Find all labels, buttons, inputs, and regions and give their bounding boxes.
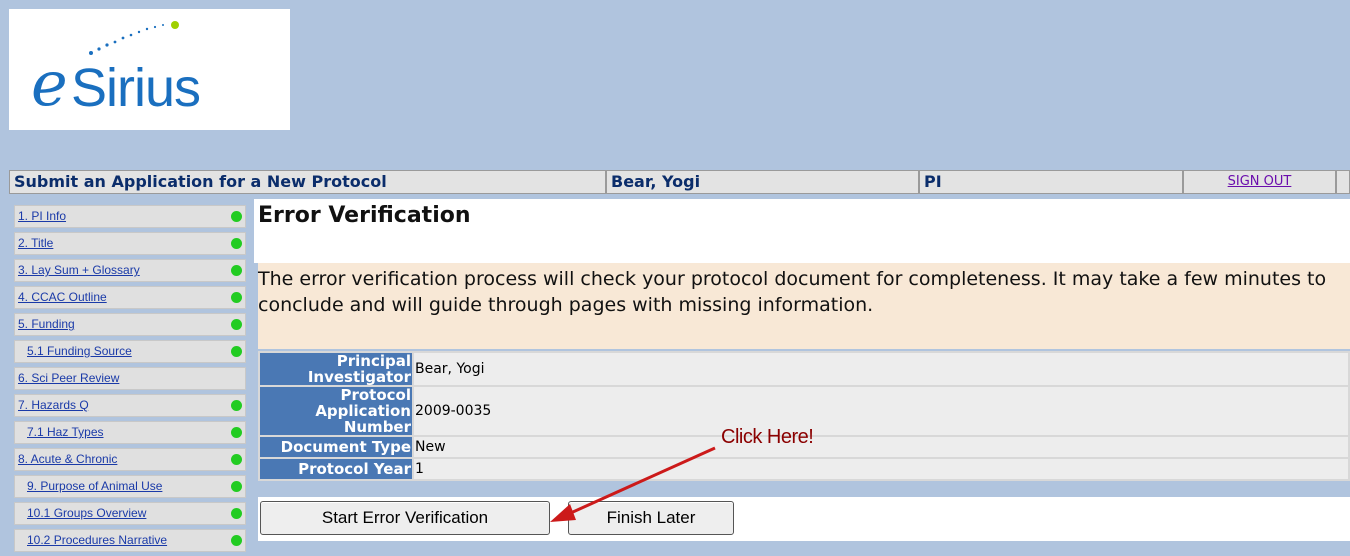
sidebar-item-funding[interactable]: 5. Funding [14,313,246,336]
status-dot-icon [231,265,242,276]
sidebar-item-purpose-animal-use[interactable]: 9. Purpose of Animal Use [14,475,246,498]
main-content: Error Verification The error verificatio… [254,199,1350,554]
status-dot-icon [231,319,242,330]
sidebar-nav: 1. PI Info 2. Title 3. Lay Sum + Glossar… [14,205,246,556]
logo-dots-graphic [89,21,179,55]
sidebar-item-label[interactable]: 1. PI Info [18,209,66,223]
button-bar: Start Error Verification Finish Later [258,497,1350,541]
sidebar-item-label[interactable]: 5. Funding [18,317,75,331]
sidebar-item-haz-types[interactable]: 7.1 Haz Types [14,421,246,444]
sidebar-item-label[interactable]: 7.1 Haz Types [27,425,104,439]
table-row: Principal Investigator Bear, Yogi [258,351,1350,387]
status-dot-icon [231,346,242,357]
sidebar-item-groups-overview[interactable]: 10.1 Groups Overview [14,502,246,525]
info-value: Bear, Yogi [412,351,1350,387]
sidebar-item-procedures-narrative[interactable]: 10.2 Procedures Narrative [14,529,246,552]
header-end-cell [1336,170,1350,194]
arrow-annotation-icon [550,446,716,522]
sidebar-item-acute-chronic[interactable]: 8. Acute & Chronic [14,448,246,471]
sidebar-item-label[interactable]: 10.2 Procedures Narrative [27,533,167,547]
status-dot-icon [231,454,242,465]
table-row: Protocol Year 1 [258,457,1350,481]
sidebar-item-label[interactable]: 7. Hazards Q [18,398,89,412]
sidebar-item-label[interactable]: 4. CCAC Outline [18,290,107,304]
sidebar-item-label[interactable]: 9. Purpose of Animal Use [27,479,162,493]
info-label: Protocol Application Number [258,385,414,437]
protocol-info-table: Principal Investigator Bear, Yogi Protoc… [258,351,1350,481]
status-dot-icon [231,292,242,303]
esirius-logo: e Sirius [9,9,290,130]
signout-link[interactable]: SIGN OUT [1228,174,1292,189]
page-title: Submit an Application for a New Protocol [9,170,606,194]
logo-e-letter: e [31,47,68,120]
sidebar-item-label[interactable]: 5.1 Funding Source [27,344,132,358]
signout-cell: SIGN OUT [1183,170,1336,194]
section-title: Error Verification [258,203,471,228]
description-text: The error verification process will chec… [258,263,1350,349]
info-label: Principal Investigator [258,351,414,387]
sidebar-item-label[interactable]: 6. Sci Peer Review [18,371,119,385]
click-here-annotation: Click Here! [721,426,814,448]
sidebar-item-sci-peer-review[interactable]: 6. Sci Peer Review [14,367,246,390]
sidebar-item-lay-summary[interactable]: 3. Lay Sum + Glossary [14,259,246,282]
status-dot-icon [231,400,242,411]
sidebar-item-hazards-q[interactable]: 7. Hazards Q [14,394,246,417]
status-dot-icon [231,508,242,519]
info-label: Protocol Year [258,457,414,481]
sidebar-item-label[interactable]: 10.1 Groups Overview [27,506,146,520]
status-dot-icon [231,238,242,249]
info-label: Document Type [258,435,414,459]
start-error-verification-button[interactable]: Start Error Verification [260,501,550,535]
user-role: PI [919,170,1183,194]
status-dot-icon [231,535,242,546]
sidebar-item-label[interactable]: 8. Acute & Chronic [18,452,117,466]
header-bar: Submit an Application for a New Protocol… [9,170,1350,194]
sidebar-item-label[interactable]: 3. Lay Sum + Glossary [18,263,140,277]
sidebar-item-label[interactable]: 2. Title [18,236,53,250]
status-dot-icon [231,481,242,492]
sidebar-item-ccac-outline[interactable]: 4. CCAC Outline [14,286,246,309]
sidebar-item-title[interactable]: 2. Title [14,232,246,255]
logo-wordmark: Sirius [71,58,201,118]
info-value: 2009-0035 [412,385,1350,437]
sidebar-item-pi-info[interactable]: 1. PI Info [14,205,246,228]
status-dot-icon [231,211,242,222]
user-name: Bear, Yogi [606,170,919,194]
status-dot-icon [231,427,242,438]
sidebar-item-funding-source[interactable]: 5.1 Funding Source [14,340,246,363]
